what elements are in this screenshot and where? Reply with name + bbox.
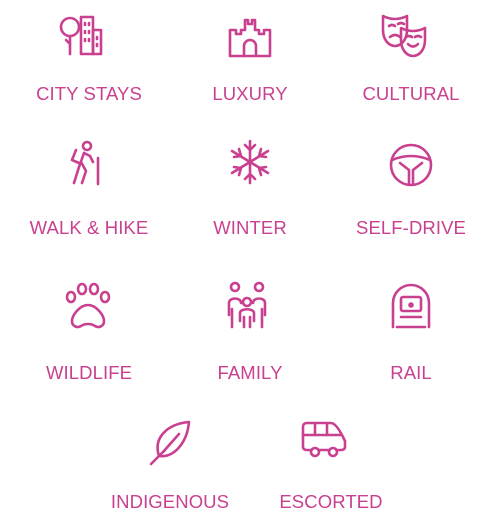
snowflake-icon [225,137,275,187]
category-label: CITY STAYS [36,83,142,104]
category-label: LUXURY [212,83,288,104]
category-label: CULTURAL [362,83,460,104]
paw-print-icon [63,281,113,331]
category-label: INDIGENOUS [110,491,230,512]
van-icon [299,415,349,465]
category-label: WILDLIFE [45,362,133,383]
steering-wheel-icon [386,140,436,190]
family-icon [223,281,273,331]
category-label: WALK & HIKE [29,217,149,238]
category-label: ESCORTED [279,491,383,512]
hiker-icon [65,138,115,188]
category-label: WINTER [213,217,287,238]
category-label: RAIL [390,362,432,383]
feather-icon [145,418,195,468]
train-icon [386,283,436,333]
category-label: FAMILY [217,362,283,383]
theatre-masks-icon [379,10,429,60]
city-buildings-icon [56,10,106,60]
category-label: SELF-DRIVE [356,217,466,238]
castle-icon [225,10,275,60]
